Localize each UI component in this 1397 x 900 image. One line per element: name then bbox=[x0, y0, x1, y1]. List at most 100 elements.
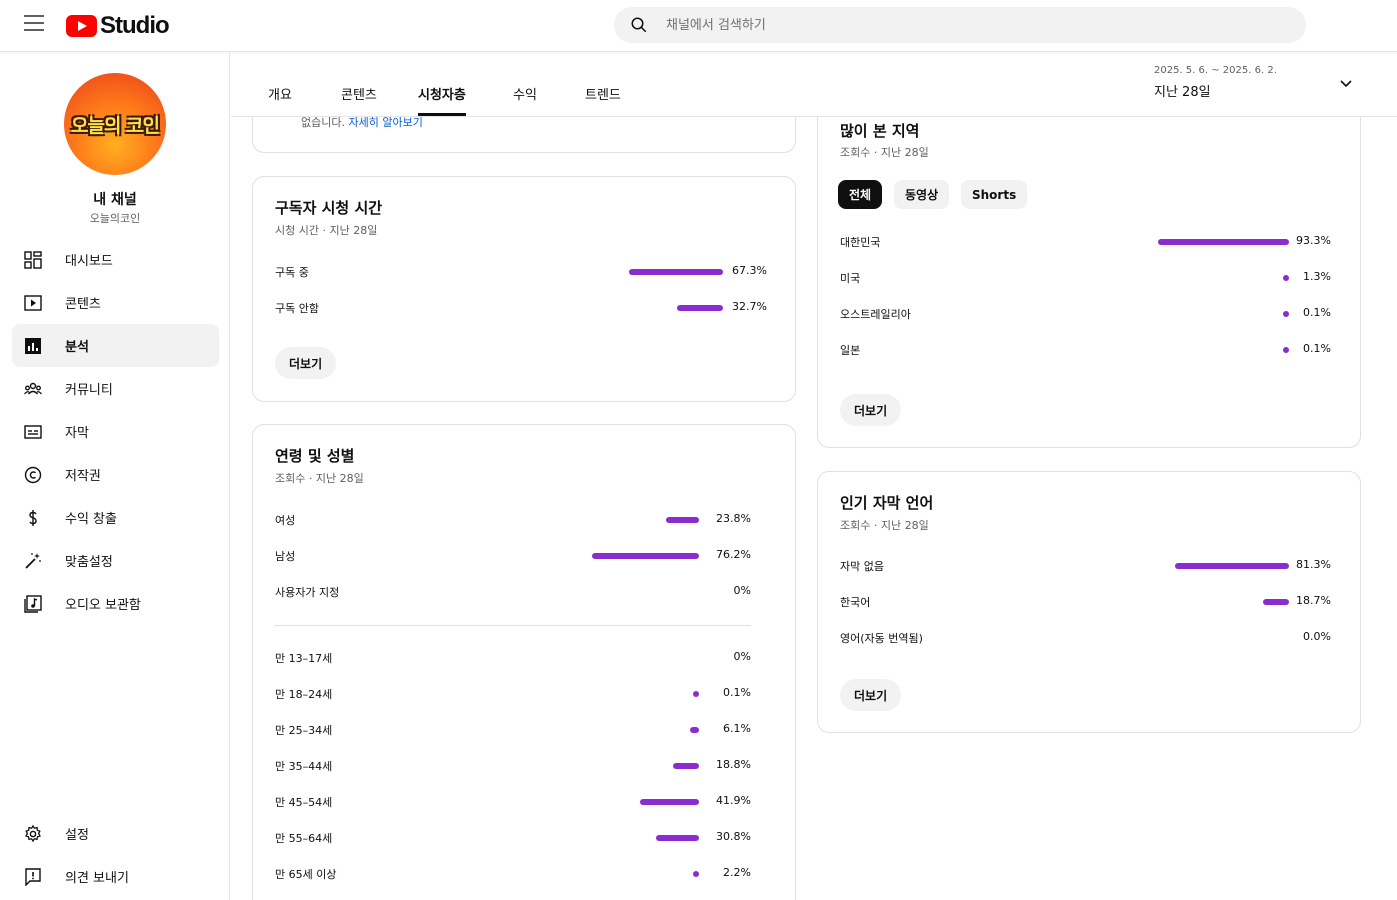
sidebar-item-audio-library[interactable]: 오디오 보관함 bbox=[12, 582, 219, 625]
row-label: 미국 bbox=[840, 272, 861, 285]
partial-card: 없습니다. 자세히 알아보기 bbox=[252, 117, 796, 153]
list-item: 자막 없음 81.3% bbox=[840, 556, 1331, 576]
sidebar-item-feedback[interactable]: 의견 보내기 bbox=[12, 855, 219, 898]
studio-logo[interactable]: Studio bbox=[66, 12, 170, 40]
row-label: 만 65세 이상 bbox=[275, 868, 337, 881]
row-label: 사용자가 지정 bbox=[275, 586, 340, 599]
row-value: 18.8% bbox=[716, 758, 751, 771]
subscriber-watch-time-card: 구독자 시청 시간 시청 시간 · 지난 28일 구독 중 67.3% 구독 안… bbox=[252, 176, 796, 402]
tab-content[interactable]: 콘텐츠 bbox=[341, 84, 377, 103]
chip-all[interactable]: 전체 bbox=[838, 180, 883, 209]
learn-more-link[interactable]: 자세히 알아보기 bbox=[348, 117, 422, 129]
copyright-icon bbox=[24, 466, 42, 484]
sidebar-item-monetization[interactable]: 수익 창출 bbox=[12, 496, 219, 539]
search-icon[interactable] bbox=[630, 16, 648, 34]
sidebar-item-customization[interactable]: 맞춤설정 bbox=[12, 539, 219, 582]
more-button[interactable]: 더보기 bbox=[840, 679, 902, 711]
row-value: 0.1% bbox=[1303, 342, 1331, 355]
row-label: 만 45–54세 bbox=[275, 796, 333, 809]
row-label: 여성 bbox=[275, 514, 296, 527]
row-value: 1.3% bbox=[1303, 270, 1331, 283]
audio-library-icon bbox=[24, 595, 42, 613]
row-label: 한국어 bbox=[840, 596, 871, 609]
chip-shorts[interactable]: Shorts bbox=[961, 180, 1028, 209]
sidebar-item-settings[interactable]: 설정 bbox=[12, 812, 219, 855]
list-item: 남성 76.2% bbox=[275, 546, 751, 566]
sidebar-item-dashboard[interactable]: 대시보드 bbox=[12, 238, 219, 281]
sidebar-item-community[interactable]: 커뮤니티 bbox=[12, 367, 219, 410]
card-subtitle: 조회수 · 지난 28일 bbox=[840, 519, 929, 532]
sidebar-item-label: 수익 창출 bbox=[65, 512, 117, 527]
search-bar[interactable] bbox=[614, 7, 1306, 43]
list-item: 만 13–17세 0% bbox=[275, 648, 751, 668]
row-value: 23.8% bbox=[716, 512, 751, 525]
channel-avatar[interactable]: 오늘의 코인 bbox=[64, 73, 166, 175]
row-value: 0% bbox=[733, 584, 751, 597]
search-input[interactable] bbox=[666, 7, 1286, 43]
sidebar-item-content[interactable]: 콘텐츠 bbox=[12, 281, 219, 324]
analytics-icon bbox=[25, 338, 41, 354]
card-title: 구독자 시청 시간 bbox=[275, 199, 383, 217]
partial-card-message: 없습니다. bbox=[301, 117, 345, 129]
list-item: 구독 안함 32.7% bbox=[275, 298, 773, 318]
row-value: 0% bbox=[733, 650, 751, 663]
row-label: 오스트레일리아 bbox=[840, 308, 911, 321]
row-value: 41.9% bbox=[716, 794, 751, 807]
customization-icon bbox=[25, 553, 41, 569]
row-label: 일본 bbox=[840, 344, 861, 357]
more-button[interactable]: 더보기 bbox=[840, 394, 902, 426]
chip-videos[interactable]: 동영상 bbox=[894, 180, 950, 209]
list-item: 구독 중 67.3% bbox=[275, 262, 773, 282]
sidebar-item-label: 설정 bbox=[65, 828, 89, 843]
age-gender-card: 연령 및 성별 조회수 · 지난 28일 여성 23.8% 남성 76.2% 사용자가 … bbox=[252, 424, 796, 900]
sidebar-item-label: 커뮤니티 bbox=[65, 383, 113, 398]
menu-icon[interactable] bbox=[24, 15, 44, 33]
list-item: 오스트레일리아 0.1% bbox=[840, 304, 1331, 324]
list-item: 만 18–24세 0.1% bbox=[275, 684, 751, 704]
tab-audience[interactable]: 시청자층 bbox=[418, 84, 466, 103]
date-range[interactable]: 2025. 5. 6. ~ 2025. 6. 2. bbox=[1154, 65, 1277, 76]
row-label: 자막 없음 bbox=[840, 560, 884, 573]
sidebar-item-subtitles[interactable]: 자막 bbox=[12, 410, 219, 453]
top-geographies-card: 많이 본 지역 조회수 · 지난 28일 전체 동영상 Shorts 대한민국 9… bbox=[817, 117, 1361, 448]
card-subtitle: 조회수 · 지난 28일 bbox=[275, 472, 364, 485]
tab-overview[interactable]: 개요 bbox=[268, 84, 292, 103]
youtube-play-icon bbox=[66, 15, 97, 37]
channel-handle: 오늘의코인 bbox=[89, 212, 141, 225]
list-item: 미국 1.3% bbox=[840, 268, 1331, 288]
content-icon bbox=[24, 295, 42, 311]
chevron-down-icon[interactable] bbox=[1339, 79, 1353, 89]
sidebar-item-copyright[interactable]: 저작권 bbox=[12, 453, 219, 496]
row-value: 18.7% bbox=[1296, 594, 1331, 607]
list-item: 만 25–34세 6.1% bbox=[275, 720, 751, 740]
sidebar-item-label: 오디오 보관함 bbox=[65, 598, 141, 613]
tab-trends[interactable]: 트렌드 bbox=[585, 84, 621, 103]
row-value: 30.8% bbox=[716, 830, 751, 843]
analytics-content: 없습니다. 자세히 알아보기 구독자 시청 시간 시청 시간 · 지난 28일 … bbox=[231, 117, 1397, 900]
percentage-bar bbox=[592, 553, 699, 559]
row-label: 만 35–44세 bbox=[275, 760, 333, 773]
more-button[interactable]: 더보기 bbox=[275, 347, 337, 379]
channel-name: 내 채널 bbox=[93, 192, 137, 208]
settings-icon bbox=[25, 825, 41, 843]
sidebar-item-label: 저작권 bbox=[65, 469, 101, 484]
row-label: 영어(자동 번역됨) bbox=[840, 632, 923, 645]
sidebar-bottom-nav: 설정 의견 보내기 bbox=[12, 812, 219, 898]
list-item: 만 55–64세 30.8% bbox=[275, 828, 751, 848]
sidebar-item-analytics[interactable]: 분석 bbox=[12, 324, 219, 367]
sidebar-item-label: 대시보드 bbox=[65, 254, 113, 269]
active-tab-indicator bbox=[418, 113, 466, 116]
date-period-label[interactable]: 지난 28일 bbox=[1154, 81, 1211, 100]
list-item: 일본 0.1% bbox=[840, 340, 1331, 360]
row-label: 남성 bbox=[275, 550, 296, 563]
card-subtitle: 시청 시간 · 지난 28일 bbox=[275, 224, 378, 237]
tab-revenue[interactable]: 수익 bbox=[513, 84, 537, 103]
row-value: 81.3% bbox=[1296, 558, 1331, 571]
sidebar-item-label: 자막 bbox=[65, 426, 89, 441]
card-title: 연령 및 성별 bbox=[275, 447, 355, 465]
sidebar-item-label: 의견 보내기 bbox=[65, 871, 129, 886]
row-value: 6.1% bbox=[723, 722, 751, 735]
row-label: 구독 안함 bbox=[275, 302, 319, 315]
row-value: 2.2% bbox=[723, 866, 751, 879]
sidebar-item-label: 맞춤설정 bbox=[65, 555, 113, 570]
